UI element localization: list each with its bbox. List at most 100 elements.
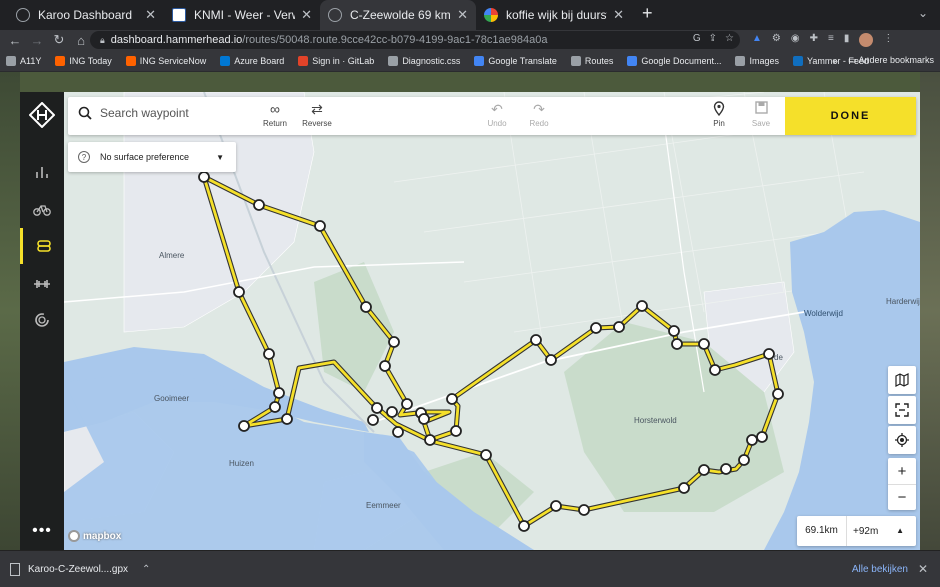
chevron-up-icon[interactable]: ⌃ xyxy=(142,564,150,575)
route-waypoint[interactable] xyxy=(545,354,557,366)
sidebar-item-routes[interactable] xyxy=(20,228,64,264)
route-waypoint[interactable] xyxy=(281,413,293,425)
route-waypoint[interactable] xyxy=(450,425,462,437)
route-waypoint[interactable] xyxy=(388,336,400,348)
bookmark-item[interactable]: Routes xyxy=(570,55,613,66)
google-icon[interactable]: G xyxy=(693,33,701,44)
route-waypoint[interactable] xyxy=(401,398,413,410)
back-button[interactable]: ← xyxy=(4,33,26,48)
route-waypoint[interactable] xyxy=(698,338,710,350)
route-waypoint[interactable] xyxy=(590,322,602,334)
reading-list-icon[interactable]: ≡ xyxy=(828,33,834,47)
address-bar[interactable]: 🔒︎ dashboard.hammerhead.io/routes/50048.… xyxy=(90,31,740,49)
sidebar-item-rides[interactable] xyxy=(20,192,64,228)
undo-button[interactable]: ↶ Undo xyxy=(475,101,519,128)
route-waypoint[interactable] xyxy=(763,348,775,360)
route-waypoint[interactable] xyxy=(386,406,398,418)
route-waypoint[interactable] xyxy=(198,171,210,183)
home-button[interactable]: ⌂ xyxy=(70,33,92,48)
route-waypoint[interactable] xyxy=(360,301,372,313)
route-waypoint[interactable] xyxy=(379,360,391,372)
bookmark-item[interactable]: ING Today xyxy=(55,55,112,66)
more-bookmarks-button[interactable]: » xyxy=(833,56,838,66)
route-waypoint[interactable] xyxy=(424,434,436,446)
route-waypoint[interactable] xyxy=(269,401,281,413)
route-waypoint[interactable] xyxy=(756,431,768,443)
route-waypoint[interactable] xyxy=(709,364,721,376)
forward-button[interactable]: → xyxy=(26,33,48,48)
tab-c-zeewolde[interactable]: C-Zeewolde 69 km ✕ xyxy=(320,0,476,30)
route-waypoint[interactable] xyxy=(671,338,683,350)
show-all-downloads-link[interactable]: Alle bekijken xyxy=(852,564,908,575)
avatar[interactable] xyxy=(859,33,874,47)
bookmark-item[interactable]: Google Document... xyxy=(627,55,721,66)
bookmark-item[interactable]: Google Translate xyxy=(474,55,557,66)
route-waypoint[interactable] xyxy=(613,321,625,333)
extension-icon[interactable]: ▲ xyxy=(752,33,762,47)
done-button[interactable]: DONE xyxy=(785,97,916,135)
route-waypoint[interactable] xyxy=(480,449,492,461)
route-waypoint[interactable] xyxy=(253,199,265,211)
route-waypoint[interactable] xyxy=(678,482,690,494)
fit-route-button[interactable] xyxy=(888,396,916,424)
route-waypoint[interactable] xyxy=(233,286,245,298)
locate-button[interactable] xyxy=(888,426,916,454)
route-waypoint[interactable] xyxy=(238,420,250,432)
route-waypoint[interactable] xyxy=(314,220,326,232)
route-waypoint[interactable] xyxy=(367,414,379,426)
route-waypoint[interactable] xyxy=(636,300,648,312)
route-waypoint[interactable] xyxy=(263,348,275,360)
route-waypoint[interactable] xyxy=(772,388,784,400)
route-waypoint[interactable] xyxy=(518,520,530,532)
route-waypoint[interactable] xyxy=(371,402,383,414)
bookmark-item[interactable]: Diagnostic.css xyxy=(388,55,460,66)
save-button[interactable]: Save xyxy=(739,101,783,128)
tab-google-search[interactable]: koffie wijk bij duurstede - Goog ✕ xyxy=(476,0,632,30)
route-waypoint[interactable] xyxy=(530,334,542,346)
help-icon[interactable]: ? xyxy=(78,151,90,163)
share-icon[interactable]: ⇪ xyxy=(709,33,717,44)
surface-preference-dropdown[interactable]: ? No surface preference ▼ xyxy=(68,142,236,172)
menu-icon[interactable]: ⋮ xyxy=(883,33,893,47)
bookmark-star-icon[interactable]: ☆ xyxy=(725,33,734,44)
route-waypoint[interactable] xyxy=(418,413,430,425)
reverse-button[interactable]: ⇄ Reverse xyxy=(295,101,339,128)
route-waypoint[interactable] xyxy=(446,393,458,405)
other-bookmarks-folder[interactable]: ▭ Andere bookmarks xyxy=(848,55,934,66)
more-icon[interactable]: ••• xyxy=(20,522,64,540)
close-icon[interactable]: ✕ xyxy=(301,7,312,23)
close-icon[interactable]: ✕ xyxy=(613,7,624,23)
download-item[interactable]: Karoo-C-Zeewol....gpx ⌃ xyxy=(10,562,150,576)
bookmark-item[interactable]: Images xyxy=(735,55,779,66)
sidebar-item-progress[interactable] xyxy=(20,302,64,338)
zoom-in-button[interactable]: + xyxy=(888,458,916,484)
route-waypoint[interactable] xyxy=(746,434,758,446)
search-input[interactable]: Search waypoint xyxy=(78,106,189,120)
new-tab-button[interactable]: + xyxy=(632,3,663,30)
bookmark-item[interactable]: Sign in · GitLab xyxy=(298,55,374,66)
close-icon[interactable]: ✕ xyxy=(145,7,156,23)
mapbox-attribution[interactable]: mapbox xyxy=(68,530,121,542)
extension-icon[interactable]: ◉ xyxy=(791,33,800,47)
sidebar-item-workouts[interactable] xyxy=(20,266,64,302)
route-waypoint[interactable] xyxy=(550,500,562,512)
sidebar-icon[interactable]: ▮ xyxy=(844,33,850,47)
chevron-down-icon[interactable]: ⌄ xyxy=(918,6,928,20)
bookmark-item[interactable]: ING ServiceNow xyxy=(125,55,206,66)
route-waypoint[interactable] xyxy=(392,426,404,438)
bookmark-item[interactable]: A11Y xyxy=(6,55,41,66)
extensions-puzzle-icon[interactable]: ✚ xyxy=(810,33,818,47)
caret-up-icon[interactable]: ▲ xyxy=(896,526,904,535)
route-waypoint[interactable] xyxy=(738,454,750,466)
return-button[interactable]: ∞ Return xyxy=(253,101,297,128)
sidebar-item-stats[interactable] xyxy=(20,154,64,190)
route-waypoint[interactable] xyxy=(578,504,590,516)
reload-button[interactable]: ↻ xyxy=(48,32,70,48)
extension-icon[interactable]: ⚙ xyxy=(772,33,781,47)
tab-knmi[interactable]: KNMI - Weer - Verwachtingen ✕ xyxy=(164,0,320,30)
route-stats[interactable]: 69.1km +92m ▲ xyxy=(797,516,916,546)
redo-button[interactable]: ↷ Redo xyxy=(517,101,561,128)
route-waypoint[interactable] xyxy=(273,387,285,399)
zoom-out-button[interactable]: − xyxy=(888,484,916,510)
bookmark-item[interactable]: Azure Board xyxy=(220,55,284,66)
